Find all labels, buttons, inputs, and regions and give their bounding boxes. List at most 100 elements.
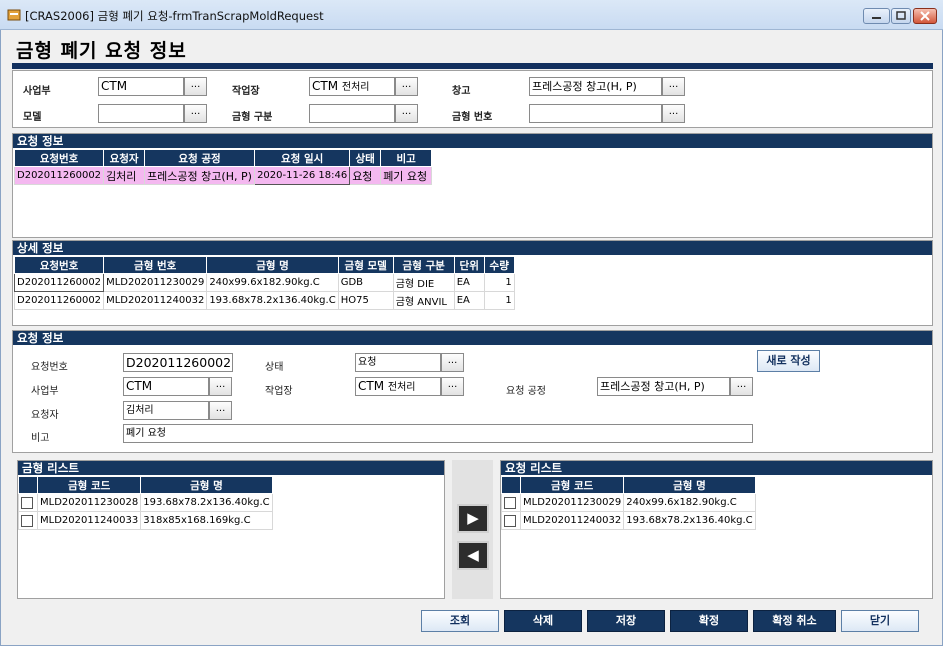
column-header[interactable]: 요청 일시 xyxy=(254,149,351,167)
table-cell[interactable]: 1 xyxy=(483,291,515,310)
mold-no-field[interactable] xyxy=(529,104,662,123)
mold-no-lookup-button[interactable]: ... xyxy=(662,104,685,123)
warehouse-lookup-button[interactable]: ... xyxy=(662,77,685,96)
column-header[interactable]: 금형 번호 xyxy=(103,256,208,274)
table-row[interactable]: D202011260002 김처리 프레스공정 창고(H, P) 2020-11… xyxy=(13,166,433,185)
table-cell[interactable]: MLD202011230029 xyxy=(519,493,625,512)
business-lookup-button[interactable]: ... xyxy=(209,377,232,396)
table-cell[interactable]: 금형 ANVIL xyxy=(392,291,455,310)
table-cell[interactable]: 1 xyxy=(483,273,515,292)
table-cell[interactable]: D202011260002 xyxy=(13,273,105,292)
table-cell[interactable]: 프레스공정 창고(H, P) xyxy=(144,166,256,185)
process-lookup-button[interactable]: ... xyxy=(730,377,753,396)
table-cell[interactable]: 318x85x168.169kg.C xyxy=(140,511,273,530)
business-field[interactable]: CTM xyxy=(123,377,209,396)
row-checkbox[interactable] xyxy=(504,496,516,509)
table-row[interactable]: D202011260002 MLD202011230029 240x99.6x1… xyxy=(13,273,515,292)
checkbox-column-header[interactable] xyxy=(18,476,38,494)
save-button[interactable]: 저장 xyxy=(587,610,665,632)
close-window-button[interactable] xyxy=(913,8,937,24)
table-cell[interactable]: D202011260002 xyxy=(13,166,105,185)
table-cell[interactable]: 요청 xyxy=(349,166,382,185)
row-checkbox-cell[interactable] xyxy=(501,493,521,512)
model-lookup-button[interactable]: ... xyxy=(184,104,207,123)
table-cell[interactable]: 240x99.6x182.90kg.C xyxy=(206,273,339,292)
table-cell[interactable]: EA xyxy=(453,273,485,292)
table-cell[interactable]: D202011260002 xyxy=(13,291,105,310)
move-right-button[interactable]: ▶ xyxy=(457,504,489,533)
table-cell[interactable]: MLD202011230028 xyxy=(36,493,142,512)
column-header[interactable]: 요청번호 xyxy=(13,256,105,274)
table-row[interactable]: MLD202011230028 193.68x78.2x136.40kg.C xyxy=(18,493,273,512)
column-header[interactable]: 상태 xyxy=(349,149,382,167)
column-header[interactable]: 비고 xyxy=(380,149,433,167)
requester-field[interactable]: 김처리 xyxy=(123,401,209,420)
model-field[interactable] xyxy=(98,104,184,123)
column-header[interactable]: 금형 코드 xyxy=(36,476,142,494)
confirm-button[interactable]: 확정 xyxy=(670,610,748,632)
workplace-lookup-button[interactable]: ... xyxy=(395,77,418,96)
column-header[interactable]: 단위 xyxy=(453,256,485,274)
business-lookup-button[interactable]: ... xyxy=(184,77,207,96)
mold-list-table[interactable]: 금형 코드 금형 명 MLD202011230028 193.68x78.2x1… xyxy=(18,476,273,530)
process-field[interactable]: 프레스공정 창고(H, P) xyxy=(597,377,730,396)
delete-button[interactable]: 삭제 xyxy=(504,610,582,632)
table-cell[interactable]: 폐기 요청 xyxy=(380,166,433,185)
table-cell[interactable]: 2020-11-26 18:46 xyxy=(254,166,351,185)
table-cell[interactable]: 193.68x78.2x136.40kg.C xyxy=(206,291,339,310)
move-left-button[interactable]: ◀ xyxy=(457,541,489,570)
search-button[interactable]: 조회 xyxy=(421,610,499,632)
table-cell[interactable]: MLD202011240033 xyxy=(36,511,142,530)
row-checkbox[interactable] xyxy=(21,514,33,527)
workplace-lookup-button[interactable]: ... xyxy=(441,377,464,396)
row-checkbox-cell[interactable] xyxy=(501,511,521,530)
table-cell[interactable]: HO75 xyxy=(337,291,394,310)
row-checkbox-cell[interactable] xyxy=(18,493,38,512)
mold-type-lookup-button[interactable]: ... xyxy=(395,104,418,123)
req-no-field[interactable]: D202011260002 xyxy=(123,353,233,372)
workplace-field[interactable]: CTM 전처리 xyxy=(355,377,441,396)
table-cell[interactable]: EA xyxy=(453,291,485,310)
workplace-field[interactable]: CTM 전처리 xyxy=(309,77,395,96)
table-cell[interactable]: 193.68x78.2x136.40kg.C xyxy=(623,511,756,530)
table-cell[interactable]: 193.68x78.2x136.40kg.C xyxy=(140,493,273,512)
table-row[interactable]: D202011260002 MLD202011240032 193.68x78.… xyxy=(13,291,515,310)
table-cell[interactable]: 김처리 xyxy=(103,166,146,185)
row-checkbox[interactable] xyxy=(504,514,516,527)
mold-type-field[interactable] xyxy=(309,104,395,123)
note-field[interactable]: 폐기 요청 xyxy=(123,424,753,443)
table-cell[interactable]: MLD202011230029 xyxy=(103,273,208,292)
table-cell[interactable]: MLD202011240032 xyxy=(103,291,208,310)
column-header[interactable]: 요청번호 xyxy=(13,149,105,167)
column-header[interactable]: 금형 명 xyxy=(140,476,273,494)
close-button[interactable]: 닫기 xyxy=(841,610,919,632)
cancel-confirm-button[interactable]: 확정 취소 xyxy=(753,610,836,632)
column-header[interactable]: 요청자 xyxy=(103,149,146,167)
table-cell[interactable]: 금형 DIE xyxy=(392,273,455,292)
column-header[interactable]: 수량 xyxy=(483,256,515,274)
row-checkbox[interactable] xyxy=(21,496,33,509)
table-cell[interactable]: 240x99.6x182.90kg.C xyxy=(623,493,756,512)
checkbox-column-header[interactable] xyxy=(501,476,521,494)
table-row[interactable]: MLD202011240032 193.68x78.2x136.40kg.C xyxy=(501,511,756,530)
row-checkbox-cell[interactable] xyxy=(18,511,38,530)
minimize-button[interactable] xyxy=(863,8,890,24)
column-header[interactable]: 금형 명 xyxy=(206,256,339,274)
column-header[interactable]: 금형 명 xyxy=(623,476,756,494)
status-lookup-button[interactable]: ... xyxy=(441,353,464,372)
new-request-button[interactable]: 새로 작성 xyxy=(757,350,820,372)
warehouse-field[interactable]: 프레스공정 창고(H, P) xyxy=(529,77,662,96)
table-cell[interactable]: GDB xyxy=(337,273,394,292)
maximize-button[interactable] xyxy=(891,8,911,24)
request-table[interactable]: 요청번호 요청자 요청 공정 요청 일시 상태 비고 D202011260002… xyxy=(13,149,433,185)
table-row[interactable]: MLD202011230029 240x99.6x182.90kg.C xyxy=(501,493,756,512)
requester-lookup-button[interactable]: ... xyxy=(209,401,232,420)
table-row[interactable]: MLD202011240033 318x85x168.169kg.C xyxy=(18,511,273,530)
business-field[interactable]: CTM xyxy=(98,77,184,96)
column-header[interactable]: 금형 코드 xyxy=(519,476,625,494)
column-header[interactable]: 요청 공정 xyxy=(144,149,256,167)
status-field[interactable]: 요청 xyxy=(355,353,441,372)
table-cell[interactable]: MLD202011240032 xyxy=(519,511,625,530)
detail-table[interactable]: 요청번호 금형 번호 금형 명 금형 모델 금형 구분 단위 수량 D20201… xyxy=(13,256,515,310)
request-list-table[interactable]: 금형 코드 금형 명 MLD202011230029 240x99.6x182.… xyxy=(501,476,756,530)
